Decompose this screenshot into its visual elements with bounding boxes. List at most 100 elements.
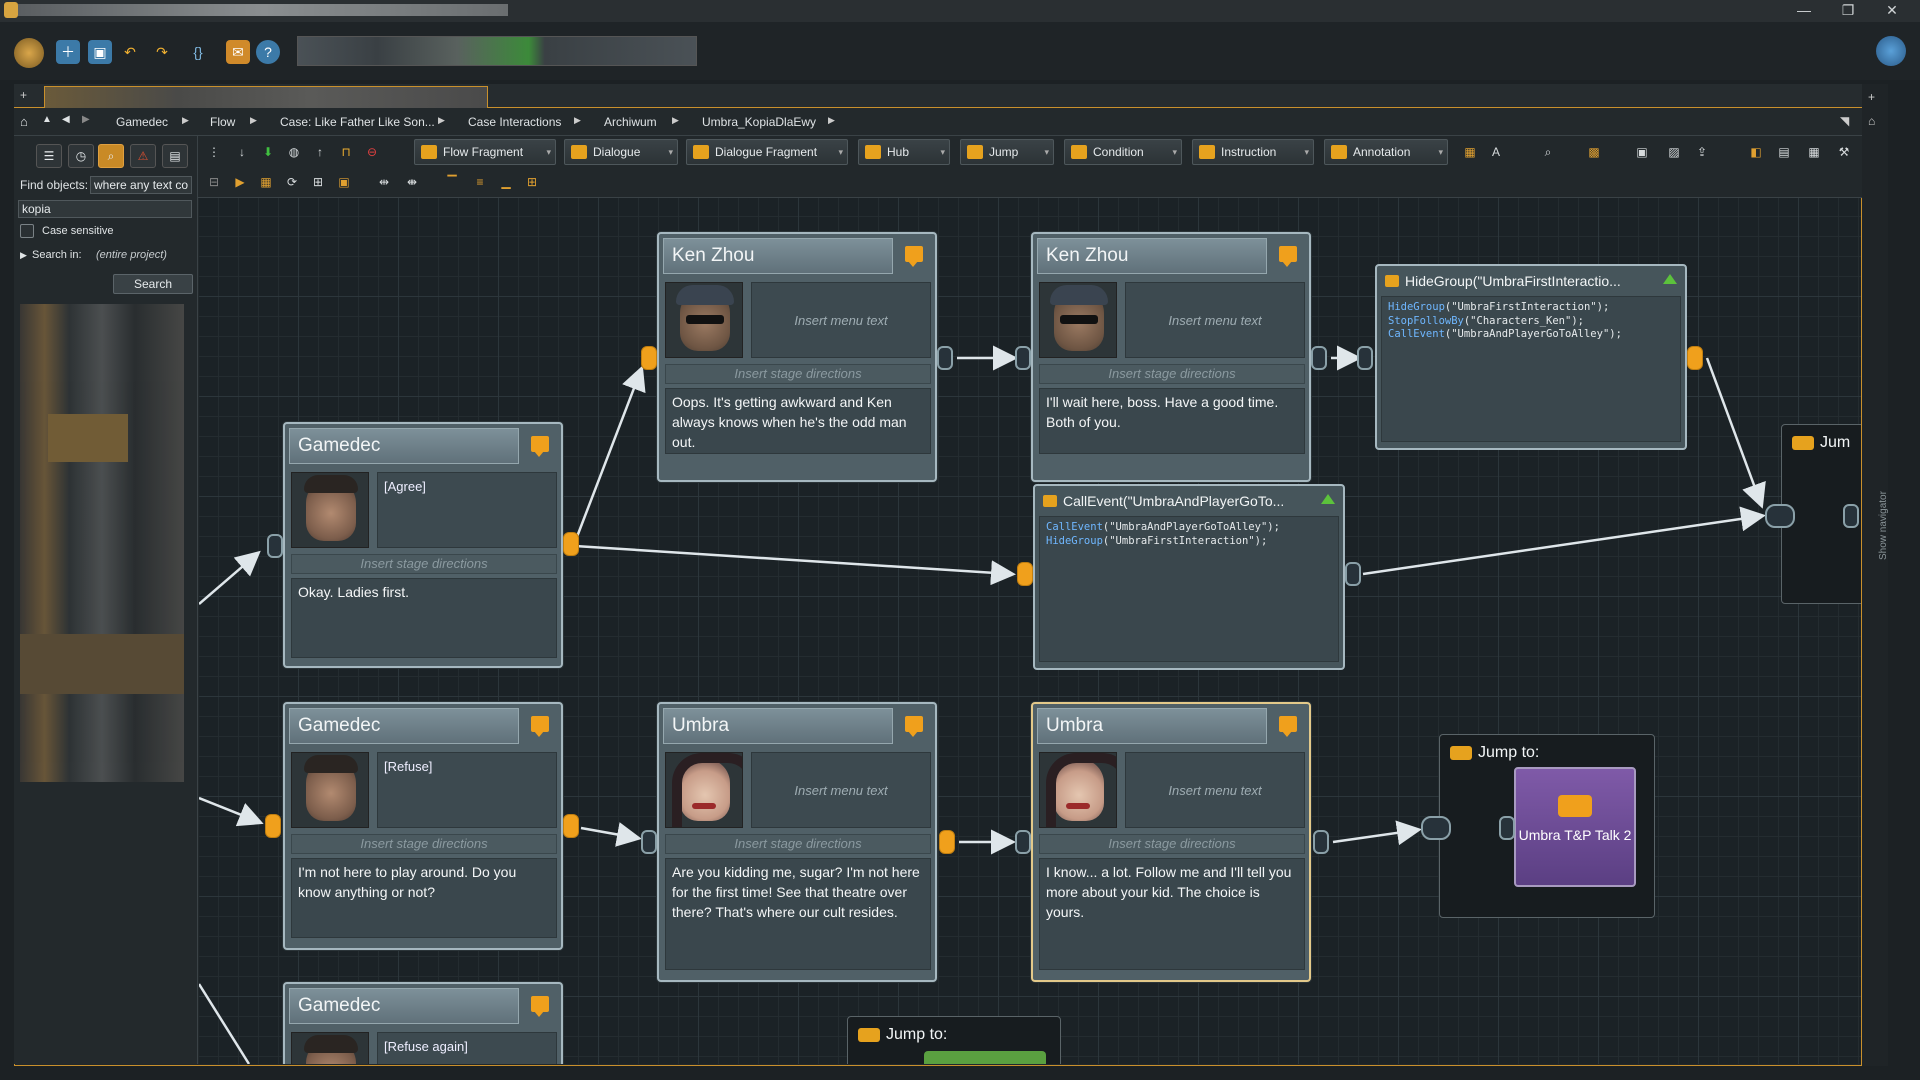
find-scope-field[interactable]: where any text co bbox=[90, 176, 192, 194]
speaker-name[interactable]: Gamedec bbox=[289, 428, 519, 464]
dialogue-text[interactable]: I'll wait here, boss. Have a good time. … bbox=[1039, 388, 1305, 454]
hub-input-port[interactable] bbox=[1765, 504, 1795, 528]
home-icon[interactable]: ⌂ bbox=[1868, 114, 1875, 128]
forward-icon[interactable]: ▶ bbox=[82, 114, 90, 125]
up-icon[interactable]: ▲ bbox=[42, 114, 52, 125]
speaker-name[interactable]: Umbra bbox=[1037, 708, 1267, 744]
dialogue-fragment-button[interactable]: Dialogue Fragment ▾ bbox=[686, 139, 848, 165]
play-icon[interactable]: ▶ bbox=[230, 172, 250, 192]
menu-text[interactable]: Insert menu text bbox=[1125, 752, 1305, 828]
jump-node[interactable]: Jump to: bbox=[847, 1016, 1061, 1064]
input-port[interactable] bbox=[1843, 504, 1859, 528]
document-tab[interactable] bbox=[44, 86, 488, 108]
export-icon[interactable]: ▣ bbox=[1632, 142, 1652, 162]
grid-icon[interactable]: ▩ bbox=[1584, 142, 1604, 162]
case-sensitive-checkbox[interactable] bbox=[20, 224, 34, 238]
condition-button[interactable]: Condition ▾ bbox=[1064, 139, 1182, 165]
dialogue-button[interactable]: Dialogue ▾ bbox=[564, 139, 678, 165]
upload-icon[interactable]: ⇪ bbox=[1692, 142, 1712, 162]
braces-icon[interactable]: {} bbox=[186, 40, 210, 64]
align-top-icon[interactable]: ▔ bbox=[442, 172, 462, 192]
tool-icon[interactable]: ⚒ bbox=[1834, 142, 1854, 162]
close-button[interactable]: ✕ bbox=[1870, 0, 1914, 22]
move-up-icon[interactable]: ↑ bbox=[310, 142, 330, 162]
breadcrumb-item[interactable]: Case Interactions bbox=[468, 115, 561, 129]
speaker-portrait[interactable] bbox=[291, 752, 369, 828]
collapse-arrow-icon[interactable] bbox=[1321, 494, 1335, 504]
horizontal-compress-icon[interactable]: ⇼ bbox=[402, 172, 422, 192]
redo-icon[interactable]: ↷ bbox=[150, 40, 174, 64]
show-navigator-toggle[interactable]: Show navigator bbox=[1878, 491, 1889, 560]
input-port[interactable] bbox=[1015, 346, 1031, 370]
speaker-portrait[interactable] bbox=[291, 472, 369, 548]
horizontal-spread-icon[interactable]: ⇹ bbox=[374, 172, 394, 192]
breadcrumb-item[interactable]: Archiwum bbox=[604, 115, 657, 129]
outline-icon[interactable]: ⋮ bbox=[204, 142, 224, 162]
instruction-node-callevent[interactable]: CallEvent("UmbraAndPlayerGoTo... CallEve… bbox=[1033, 484, 1345, 670]
output-port[interactable] bbox=[265, 814, 281, 838]
hub-button[interactable]: Hub ▾ bbox=[858, 139, 950, 165]
instruction-title[interactable]: HideGroup("UmbraFirstInteractio... bbox=[1383, 270, 1621, 294]
warning-icon[interactable]: ⚠ bbox=[130, 144, 156, 168]
display-mode-icon[interactable]: ▦ bbox=[1460, 142, 1480, 162]
collapse-arrow-icon[interactable] bbox=[1663, 274, 1677, 284]
list-view-icon[interactable]: ☰ bbox=[36, 144, 62, 168]
search-results-preview[interactable] bbox=[20, 304, 184, 782]
dropdown-icon[interactable]: ▾ bbox=[1044, 140, 1049, 164]
restore-button[interactable]: ❐ bbox=[1826, 0, 1870, 22]
search-in-value[interactable]: (entire project) bbox=[96, 249, 167, 261]
tree-icon[interactable]: ⊞ bbox=[308, 172, 328, 192]
layout-icon[interactable]: ◧ bbox=[1746, 142, 1766, 162]
dropdown-icon[interactable]: ▾ bbox=[546, 140, 551, 164]
output-port[interactable] bbox=[563, 532, 579, 556]
dropdown-icon[interactable]: ▾ bbox=[1438, 140, 1443, 164]
app-menu-icon[interactable] bbox=[14, 38, 44, 68]
dialogue-text[interactable]: I know... a lot. Follow me and I'll tell… bbox=[1039, 858, 1305, 970]
dropdown-icon[interactable]: ▾ bbox=[1172, 140, 1177, 164]
globe-icon[interactable]: ◍ bbox=[284, 142, 304, 162]
jump-target[interactable]: Umbra T&P Talk 2 bbox=[1514, 767, 1636, 887]
jump-button[interactable]: Jump ▾ bbox=[960, 139, 1054, 165]
dialogue-text[interactable]: Okay. Ladies first. bbox=[291, 578, 557, 658]
zoom-icon[interactable]: ⌕ bbox=[1538, 142, 1558, 162]
dialogue-text[interactable]: I'm not here to play around. Do you know… bbox=[291, 858, 557, 938]
speaker-portrait[interactable] bbox=[665, 752, 743, 828]
dialogue-text[interactable]: Are you kidding me, sugar? I'm not here … bbox=[665, 858, 931, 970]
search-button[interactable]: Search bbox=[113, 274, 193, 294]
home-icon[interactable]: ⌂ bbox=[20, 114, 28, 129]
menu-text[interactable]: Insert menu text bbox=[1125, 282, 1305, 358]
dialogue-text[interactable]: Oops. It's getting awkward and Ken alway… bbox=[665, 388, 931, 454]
speaker-name[interactable]: Ken Zhou bbox=[1037, 238, 1267, 274]
breadcrumb-separator-icon[interactable]: ▶ bbox=[250, 115, 257, 126]
instruction-title[interactable]: CallEvent("UmbraAndPlayerGoTo... bbox=[1041, 490, 1284, 514]
add-panel-icon[interactable]: + bbox=[1868, 90, 1875, 104]
distribute-icon[interactable]: ⊞ bbox=[522, 172, 542, 192]
breadcrumb-separator-icon[interactable]: ▶ bbox=[672, 115, 679, 126]
output-port[interactable] bbox=[1687, 346, 1703, 370]
stage-directions[interactable]: Insert stage directions bbox=[665, 364, 931, 384]
dropdown-icon[interactable]: ▾ bbox=[838, 140, 843, 164]
breadcrumb-item[interactable]: Gamedec bbox=[116, 115, 168, 129]
stage-directions[interactable]: Insert stage directions bbox=[291, 834, 557, 854]
spell-check-icon[interactable]: A bbox=[1486, 142, 1506, 162]
delete-icon[interactable]: ⊖ bbox=[362, 142, 382, 162]
search-icon[interactable]: ⌕ bbox=[98, 144, 124, 168]
flow-canvas[interactable]: Gamedec [Agree] Insert stage directions … bbox=[199, 198, 1861, 1064]
speaker-portrait[interactable] bbox=[291, 1032, 369, 1064]
input-port[interactable] bbox=[1345, 562, 1361, 586]
speaker-name[interactable]: Umbra bbox=[663, 708, 893, 744]
dialogue-node-gamedec-refuse[interactable]: Gamedec [Refuse] Insert stage directions… bbox=[283, 702, 563, 950]
lock-icon[interactable]: ⊓ bbox=[336, 142, 356, 162]
dialogue-node-gamedec-agree[interactable]: Gamedec [Agree] Insert stage directions … bbox=[283, 422, 563, 668]
instruction-button[interactable]: Instruction ▾ bbox=[1192, 139, 1314, 165]
dropdown-icon[interactable]: ▾ bbox=[668, 140, 673, 164]
document-icon[interactable]: ▤ bbox=[162, 144, 188, 168]
input-port[interactable] bbox=[1313, 830, 1329, 854]
hub-input-port[interactable] bbox=[1421, 816, 1451, 840]
breadcrumb-separator-icon[interactable]: ▶ bbox=[438, 115, 445, 126]
frame-icon[interactable]: ▣ bbox=[334, 172, 354, 192]
menu-text[interactable]: [Refuse again] bbox=[377, 1032, 557, 1064]
breadcrumb-item[interactable]: Case: Like Father Like Son... bbox=[280, 115, 435, 129]
output-port[interactable] bbox=[563, 814, 579, 838]
menu-text[interactable]: Insert menu text bbox=[751, 752, 931, 828]
